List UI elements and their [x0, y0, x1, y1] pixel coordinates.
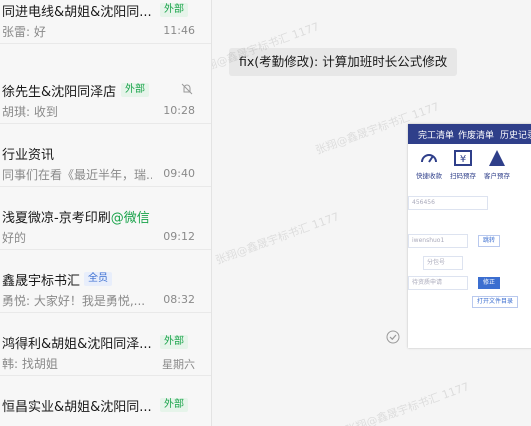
field-row[interactable]: 456456	[408, 196, 488, 210]
watermark: 张翔@鑫晟宇标书汇 1177	[213, 210, 341, 267]
menu-item: 完工清单	[418, 131, 455, 141]
chat-list-item[interactable]: 浅夏微凉-京考印刷@微信 好的 09:12	[0, 188, 211, 250]
chat-time: 10:28	[163, 104, 195, 117]
chat-preview: 同事们在看《最近半年，瑞...	[2, 168, 152, 182]
tool-quick-pay: 快捷收款	[414, 148, 444, 180]
chat-preview: 胡琪: 收到	[2, 105, 58, 119]
read-check-icon	[386, 330, 400, 344]
chat-list-item[interactable]: 行业资讯同事们在看《最近半年，瑞... 09:40	[0, 125, 211, 187]
yen-box-icon: ¥	[454, 150, 472, 166]
chat-name: 同进电线&胡姐&沈阳同...	[2, 5, 152, 20]
field-row[interactable]: 分包号	[423, 256, 463, 270]
chat-list-item[interactable]: 徐先生&沈阳同泽店 外部胡琪: 收到 10:28	[0, 62, 211, 124]
chat-name: 鸿得利&胡姐&沈阳同泽...	[2, 337, 152, 352]
chat-list-item[interactable]: 鑫晟宇标书汇 全员勇悦: 大家好！我是勇悦,... 08:32	[0, 251, 211, 313]
chat-name: 徐先生&沈阳同泽店	[2, 85, 117, 100]
chat-list-item[interactable]: 鸿得利&胡姐&沈阳同泽... 外部韩: 找胡姐 星期六	[0, 314, 211, 376]
toolbar: 快捷收款 ¥ 扫码预存 客户预存	[408, 144, 531, 184]
chat-time: 09:40	[163, 167, 195, 180]
chat-name: 浅夏微凉-京考印刷@微信	[2, 211, 150, 226]
tool-customer-prestore: 客户预存	[482, 148, 512, 180]
chat-preview: 好的	[2, 231, 27, 245]
field-row[interactable]: iwenshuo1	[408, 234, 468, 248]
chat-time: 星期六	[162, 358, 195, 371]
chat-time: 09:12	[163, 230, 195, 243]
mute-bell-icon	[181, 83, 193, 95]
tool-label: 扫码预存	[450, 172, 476, 180]
field-row[interactable]: 待资质申请	[408, 276, 468, 290]
chat-list: 同进电线&胡姐&沈阳同... 外部 张雷: 好 11:46 徐先生&沈阳同泽店 外部 胡琪:…	[0, 0, 212, 426]
svg-text:¥: ¥	[460, 154, 466, 165]
external-badge: 外部	[160, 3, 188, 17]
menu-item: 历史记录	[500, 131, 531, 141]
app-topbar: 完工清单 作废清单 历史记录	[408, 124, 531, 144]
chat-preview: 张雷: 好	[2, 25, 46, 39]
chat-pane: fix(考勤修改): 计算加班时长公式修改 张翔@鑫晟宇标书汇 1177 张翔@…	[212, 0, 531, 426]
external-badge: 外部	[160, 335, 188, 349]
gauge-icon	[421, 154, 437, 163]
chat-list-item[interactable]: 恒昌实业&胡姐&沈阳同... 外部	[0, 377, 211, 426]
fix-button[interactable]: 修正	[478, 277, 501, 289]
embedded-screenshot[interactable]: 完工清单 作废清单 历史记录 快捷收款 ¥ 扫码预存 客户预存 456456 i…	[408, 124, 531, 348]
external-badge: 外部	[160, 398, 188, 412]
watermark: 张翔@鑫晟宇标书汇 1177	[343, 380, 471, 426]
message-bubble[interactable]: fix(考勤修改): 计算加班时长公式修改	[229, 48, 458, 76]
jump-button[interactable]: 跳转	[478, 235, 501, 247]
tool-scan-prestore: ¥ 扫码预存	[448, 148, 478, 180]
chat-time: 11:46	[163, 24, 195, 37]
external-badge: 外部	[121, 83, 149, 97]
chat-preview: 勇悦: 大家好！我是勇悦,...	[2, 294, 146, 308]
triangle-icon	[489, 150, 505, 166]
chat-name: 行业资讯	[2, 148, 55, 163]
chat-name: 恒昌实业&胡姐&沈阳同...	[2, 400, 152, 415]
chat-time: 08:32	[163, 293, 195, 306]
menu-item: 作废清单	[458, 131, 495, 141]
tool-label: 客户预存	[484, 172, 510, 180]
chat-name: 鑫晟宇标书汇	[2, 274, 81, 289]
wechat-suffix: @微信	[110, 211, 150, 226]
all-staff-badge: 全员	[84, 272, 112, 286]
chat-preview: 韩: 找胡姐	[2, 357, 58, 371]
open-folder-button[interactable]: 打开文件目录	[472, 296, 519, 308]
chat-list-item[interactable]: 同进电线&胡姐&沈阳同... 外部张雷: 好 11:46	[0, 0, 211, 44]
tool-label: 快捷收款	[416, 172, 442, 180]
